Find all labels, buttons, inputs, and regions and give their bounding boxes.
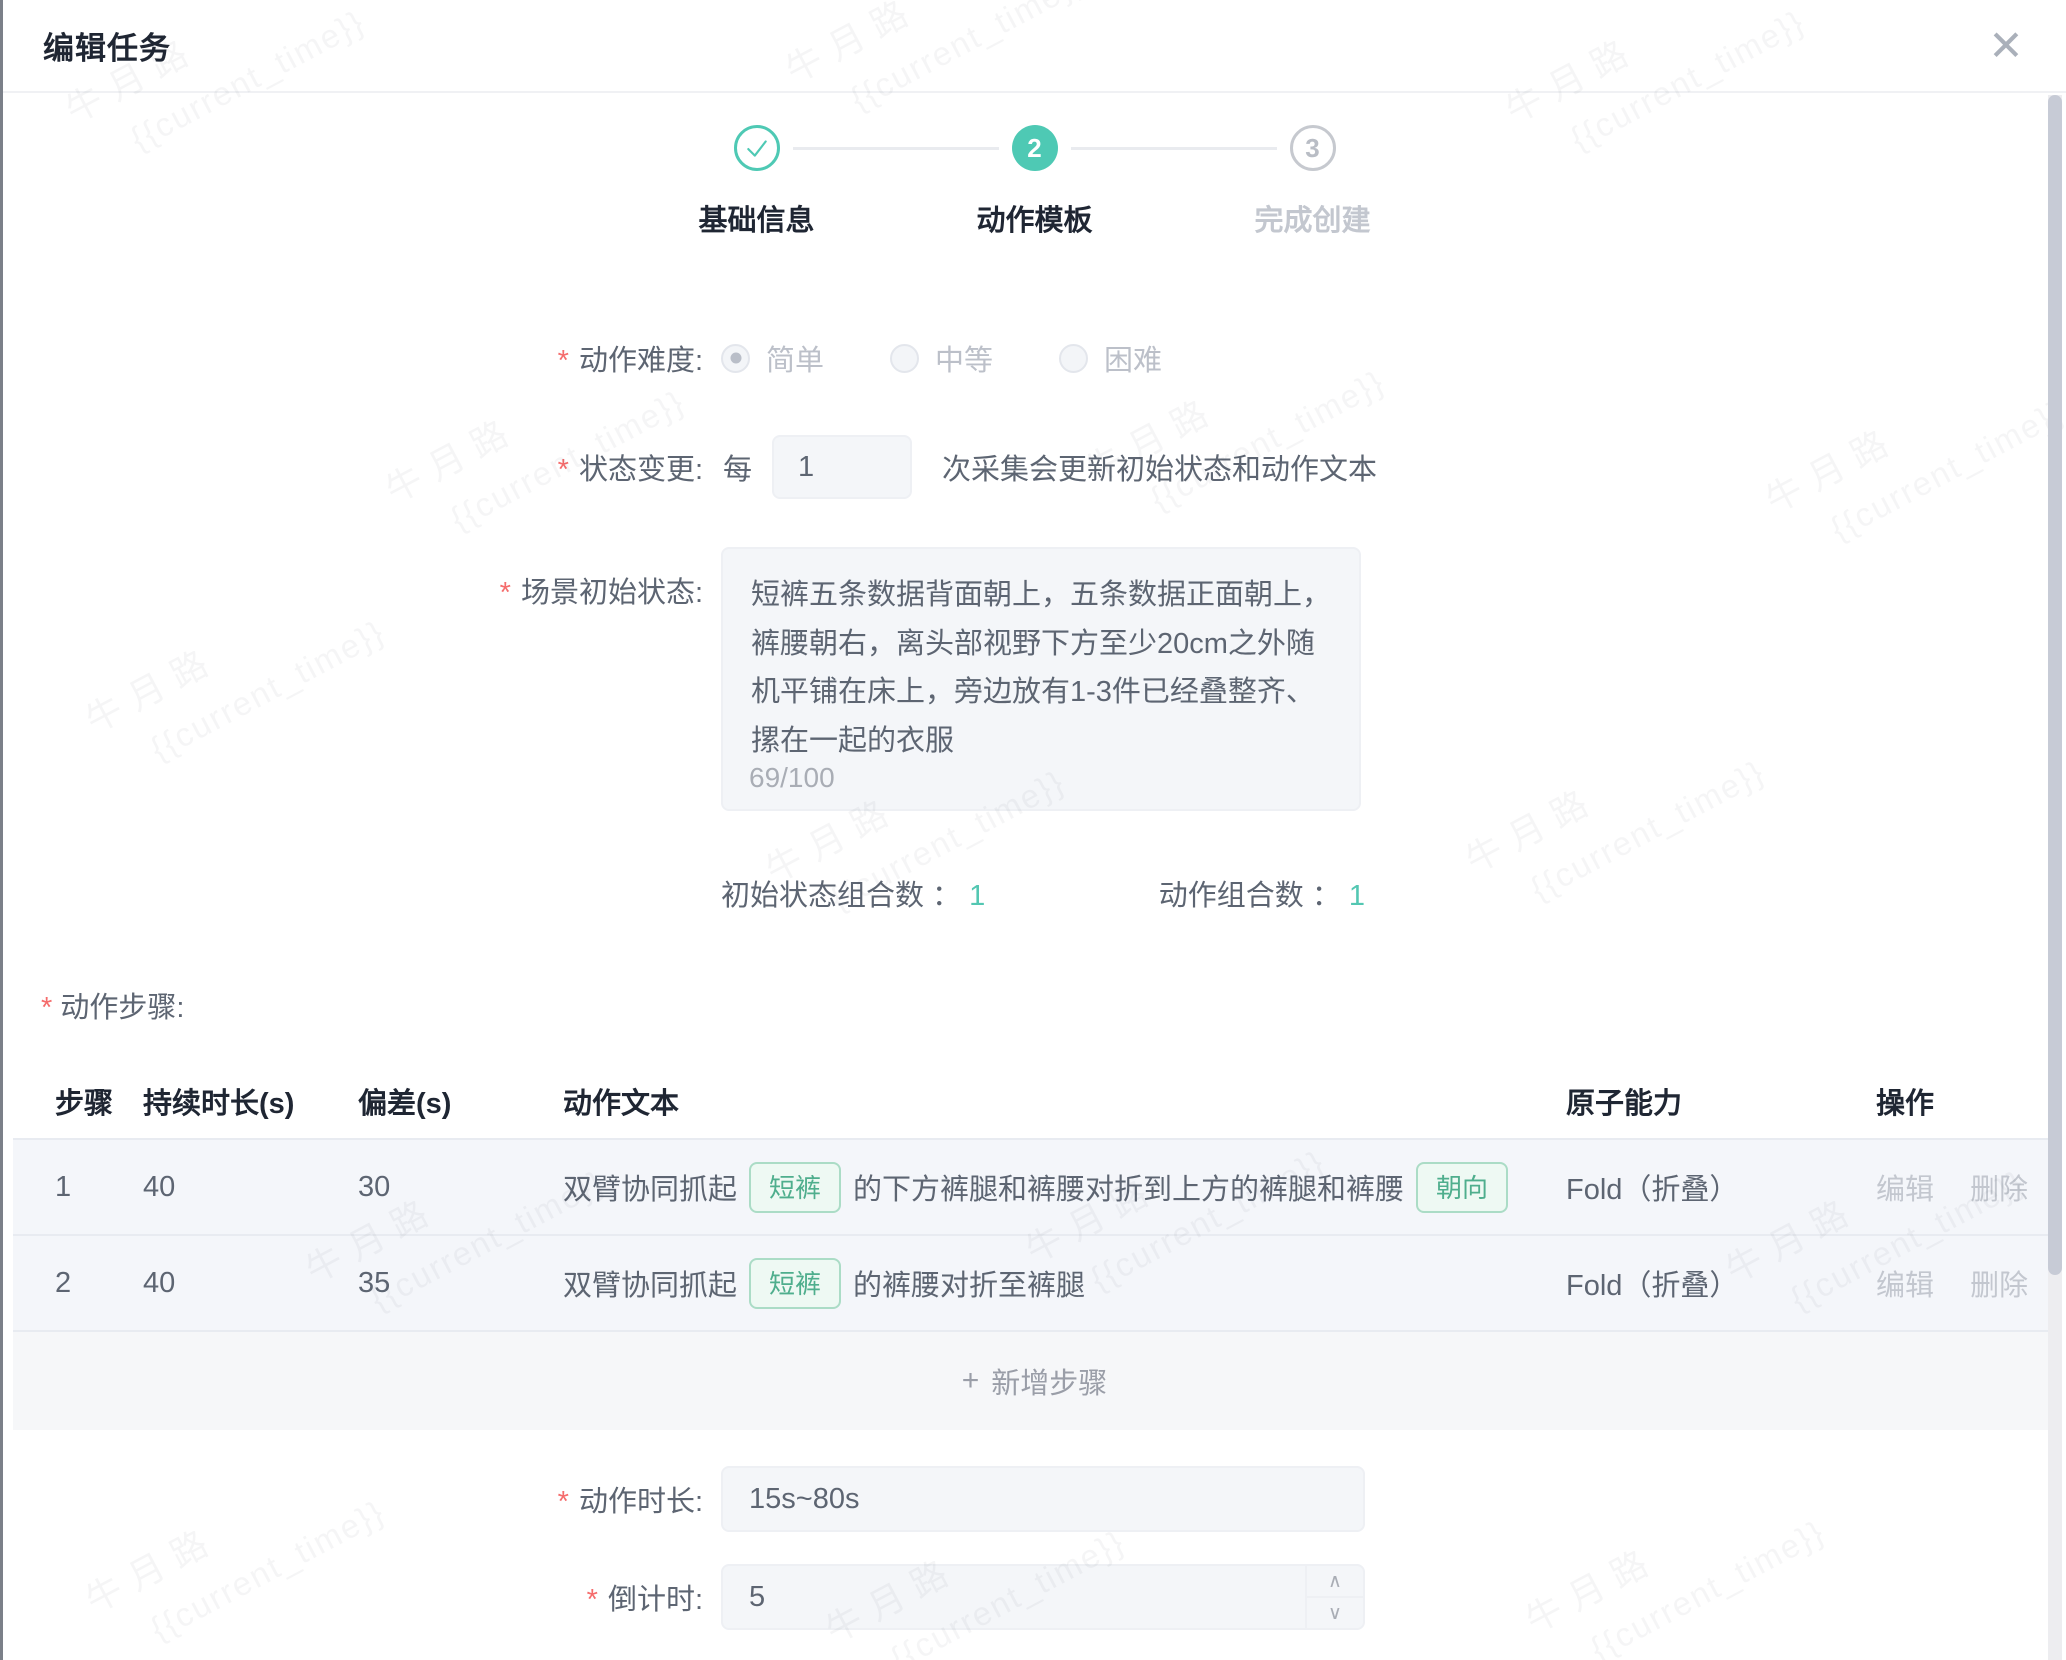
delete-link[interactable]: 删除 <box>1970 1166 2028 1208</box>
delete-link[interactable]: 删除 <box>1970 1262 2028 1304</box>
chevron-down-icon: ∨ <box>1328 1603 1342 1624</box>
step2-label: 动作模板 <box>976 197 1092 239</box>
initial-state-combo-count: 初始状态组合数 ：1 <box>721 872 985 914</box>
close-button[interactable]: ✕ <box>1978 18 2034 74</box>
stepper-connector <box>1071 147 1277 150</box>
radio-button-icon <box>1059 344 1088 373</box>
table-row: 2 40 35 双臂协同抓起 短裤 的裤腰对折至裤腿 Fold（折叠） 编辑 删… <box>13 1236 2056 1332</box>
radio-label: 简单 <box>766 337 824 379</box>
cell-step: 2 <box>13 1267 143 1300</box>
edit-task-dialog: 编辑任务 ✕ 基础信息 2 动作模板 3 完成创建 动作难度: <box>0 0 2066 1660</box>
combo-value: 1 <box>969 880 985 912</box>
state-change-prefix: 每 <box>723 446 752 488</box>
dialog-header: 编辑任务 ✕ <box>3 0 2066 93</box>
stepper-connector <box>793 147 999 150</box>
step3-label: 完成创建 <box>1254 197 1370 239</box>
cell-action-text: 双臂协同抓起 短裤 的裤腰对折至裤腿 <box>563 1258 1566 1309</box>
number-spinner: ∧ ∨ <box>1305 1566 1363 1628</box>
radio-label: 困难 <box>1104 337 1162 379</box>
combo-label: 动作组合数 ： <box>1159 880 1341 912</box>
tag-chip: 朝向 <box>1416 1162 1508 1213</box>
cell-duration: 40 <box>143 1267 358 1300</box>
table-row: 1 40 30 双臂协同抓起 短裤 的下方裤腿和裤腰对折到上方的裤腿和裤腰 朝向… <box>13 1140 2056 1236</box>
wizard-stepper: 基础信息 2 动作模板 3 完成创建 <box>3 125 2066 239</box>
page-title: 编辑任务 <box>43 23 171 68</box>
col-header-step: 步骤 <box>13 1080 143 1122</box>
step3-circle: 3 <box>1290 125 1336 171</box>
tag-chip: 短裤 <box>749 1258 841 1309</box>
stepper-step-action-template: 2 动作模板 <box>896 125 1174 239</box>
table-header-row: 步骤 持续时长(s) 偏差(s) 动作文本 原子能力 操作 <box>13 1064 2056 1140</box>
duration-input[interactable] <box>721 1466 1365 1532</box>
cell-operations: 编辑 删除 <box>1876 1166 2056 1208</box>
cell-deviation: 35 <box>358 1267 563 1300</box>
plus-icon: + <box>962 1364 980 1398</box>
action-text-segment: 双臂协同抓起 <box>563 1262 737 1304</box>
step2-circle: 2 <box>1012 125 1058 171</box>
vertical-scrollbar[interactable] <box>2048 95 2062 1660</box>
initial-state-row: 场景初始状态: 短裤五条数据背面朝上，五条数据正面朝上，裤腰朝右，离头部视野下方… <box>3 547 2066 816</box>
col-header-action-text: 动作文本 <box>563 1080 1566 1122</box>
cell-atomic-ability: Fold（折叠） <box>1566 1262 1876 1304</box>
col-header-duration: 持续时长(s) <box>143 1080 358 1122</box>
difficulty-row: 动作难度: 简单 中等 困难 <box>3 337 2066 379</box>
step1-label: 基础信息 <box>698 197 814 239</box>
cell-step: 1 <box>13 1171 143 1204</box>
state-change-label: 状态变更: <box>3 446 703 488</box>
edit-link[interactable]: 编辑 <box>1876 1166 1934 1208</box>
action-steps-title: 动作步骤: <box>41 984 2066 1026</box>
action-duration-row: 动作时长: <box>3 1466 2066 1532</box>
stepper-step-basic-info: 基础信息 <box>618 125 896 239</box>
cell-atomic-ability: Fold（折叠） <box>1566 1166 1876 1208</box>
initial-state-label: 场景初始状态: <box>3 547 703 611</box>
add-step-label: 新增步骤 <box>991 1360 1107 1402</box>
tag-chip: 短裤 <box>749 1162 841 1213</box>
edit-link[interactable]: 编辑 <box>1876 1262 1934 1304</box>
action-text-segment: 双臂协同抓起 <box>563 1166 737 1208</box>
countdown-input[interactable] <box>721 1564 1365 1630</box>
difficulty-label: 动作难度: <box>3 337 703 379</box>
close-icon: ✕ <box>1988 22 2023 69</box>
radio-button-icon <box>721 344 750 373</box>
stepper-step-finish: 3 完成创建 <box>1174 125 1452 239</box>
action-combo-count: 动作组合数 ：1 <box>1159 872 1365 914</box>
cell-duration: 40 <box>143 1171 358 1204</box>
action-text-segment: 的下方裤腿和裤腰对折到上方的裤腿和裤腰 <box>853 1166 1404 1208</box>
combo-value: 1 <box>1349 880 1365 912</box>
combo-counts-row: 初始状态组合数 ：1 动作组合数 ：1 <box>3 872 2066 914</box>
check-icon <box>744 135 770 161</box>
radio-label: 中等 <box>935 337 993 379</box>
combo-label: 初始状态组合数 ： <box>721 880 961 912</box>
scrollbar-thumb[interactable] <box>2048 95 2062 1275</box>
countdown-label: 倒计时: <box>3 1576 703 1618</box>
radio-difficulty-easy[interactable]: 简单 <box>721 337 824 379</box>
cell-action-text: 双臂协同抓起 短裤 的下方裤腿和裤腰对折到上方的裤腿和裤腰 朝向 <box>563 1162 1566 1213</box>
col-header-deviation: 偏差(s) <box>358 1080 563 1122</box>
radio-difficulty-hard[interactable]: 困难 <box>1059 337 1162 379</box>
state-change-row: 状态变更: 每 次采集会更新初始状态和动作文本 <box>3 435 2066 499</box>
step1-circle <box>734 125 780 171</box>
state-change-suffix: 次采集会更新初始状态和动作文本 <box>942 446 1377 488</box>
increase-button[interactable]: ∧ <box>1307 1566 1363 1598</box>
add-step-button[interactable]: + 新增步骤 <box>13 1332 2056 1430</box>
character-counter: 69/100 <box>749 762 835 794</box>
col-header-atomic-ability: 原子能力 <box>1566 1080 1876 1122</box>
decrease-button[interactable]: ∨ <box>1307 1598 1363 1628</box>
action-steps-table: 步骤 持续时长(s) 偏差(s) 动作文本 原子能力 操作 1 40 30 双臂… <box>13 1064 2056 1430</box>
cell-deviation: 30 <box>358 1171 563 1204</box>
action-text-segment: 的裤腰对折至裤腿 <box>853 1262 1085 1304</box>
cell-operations: 编辑 删除 <box>1876 1262 2056 1304</box>
radio-difficulty-medium[interactable]: 中等 <box>890 337 993 379</box>
countdown-row: 倒计时: ∧ ∨ <box>3 1564 2066 1630</box>
duration-label: 动作时长: <box>3 1478 703 1520</box>
chevron-up-icon: ∧ <box>1328 1571 1342 1592</box>
state-change-input[interactable] <box>772 435 912 499</box>
col-header-operations: 操作 <box>1876 1080 2056 1122</box>
radio-button-icon <box>890 344 919 373</box>
